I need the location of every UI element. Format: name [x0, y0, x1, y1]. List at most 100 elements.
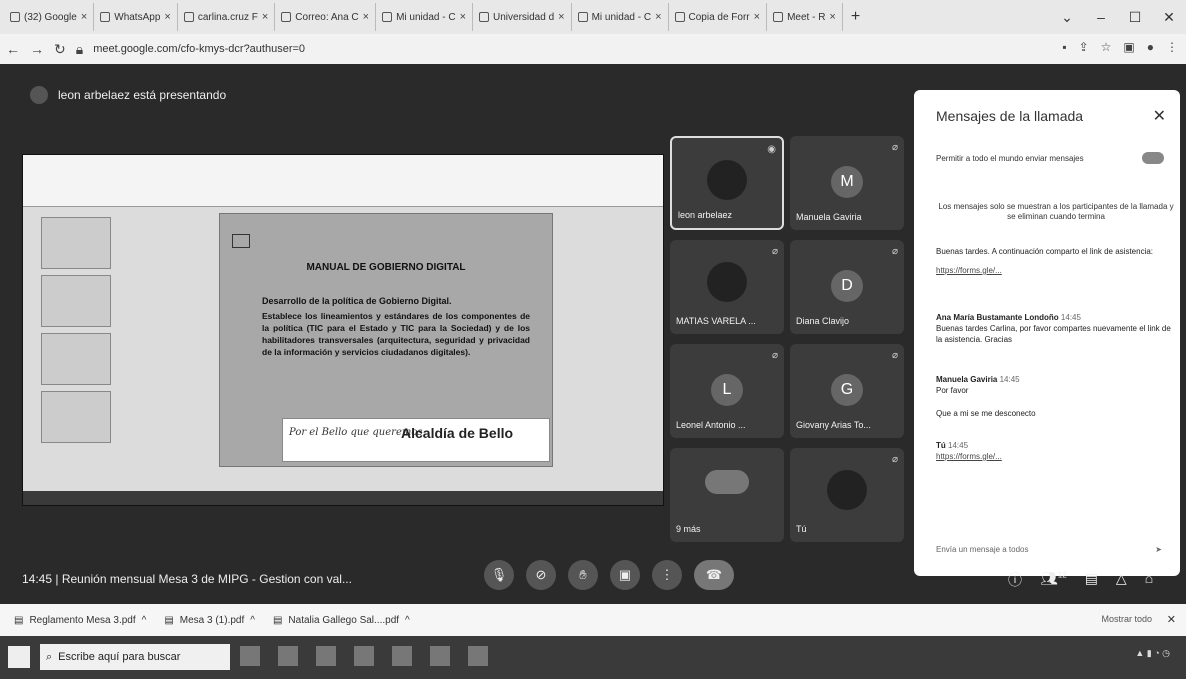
chat-icon[interactable]: ▤ [1085, 570, 1098, 590]
chevron-up-icon[interactable]: ^ [250, 615, 255, 626]
camera-icon[interactable]: ▪ [1062, 40, 1066, 54]
more-participants-label: 9 más [676, 524, 701, 534]
new-tab-button[interactable]: + [843, 8, 868, 26]
activities-icon[interactable]: △ [1116, 570, 1127, 590]
chat-message: Manuela Gaviria 14:45 Por favor [936, 375, 1020, 395]
close-window-icon[interactable]: ✕ [1152, 9, 1186, 26]
slide-subtitle: Desarrollo de la política de Gobierno Di… [262, 296, 452, 306]
tab-carlina[interactable]: carlina.cruz F × [178, 3, 276, 31]
extensions-icon[interactable]: ▣ [1123, 40, 1134, 54]
participant-name: MATIAS VARELA ... [676, 316, 756, 326]
slide-thumbnail [41, 275, 111, 327]
chevron-up-icon[interactable]: ^ [405, 615, 410, 626]
close-icon[interactable]: × [460, 11, 466, 23]
close-icon[interactable]: × [81, 11, 87, 23]
participant-avatar: M [831, 166, 863, 198]
chat-note: Los mensajes solo se muestran a los part… [938, 202, 1174, 221]
pdf-icon: ▤ [14, 614, 24, 626]
end-call-icon[interactable]: ☎︎ [694, 560, 734, 590]
close-icon[interactable]: × [262, 11, 268, 23]
window-controls: ⌄ – ☐ ✕ [1050, 0, 1186, 34]
maximize-icon[interactable]: ☐ [1118, 9, 1152, 26]
slide-thumbnail [41, 333, 111, 385]
permission-toggle[interactable] [1142, 152, 1164, 164]
back-icon[interactable]: ← [6, 41, 20, 57]
download-item[interactable]: ▤ Reglamento Mesa 3.pdf ^ [14, 615, 146, 626]
participant-tile[interactable]: ⌀ G Giovany Arias To... [790, 344, 904, 438]
close-icon[interactable]: × [558, 11, 564, 23]
self-tile[interactable]: ⌀ Tú [790, 448, 904, 542]
share-icon[interactable]: ⇪ [1079, 40, 1089, 54]
chat-message: Buenas tardes. A continuación comparto e… [936, 246, 1172, 276]
tab-correo[interactable]: Correo: Ana C × [275, 3, 377, 31]
participant-tile[interactable]: ⌀ L Leonel Antonio ... [670, 344, 784, 438]
present-icon[interactable]: ▣ [610, 560, 640, 590]
close-icon[interactable]: × [655, 11, 661, 23]
chat-message: Ana María Bustamante Londoño 14:45 Buena… [936, 313, 1171, 344]
attendance-link[interactable]: https://forms.gle/... [936, 265, 1172, 276]
system-tray: ▲ ▮ ◔ ◷ [1135, 648, 1170, 658]
participant-tile[interactable]: ⌀ D Diana Clavijo [790, 240, 904, 334]
attendance-link[interactable]: https://forms.gle/... [936, 451, 1172, 462]
close-icon[interactable]: × [164, 11, 170, 23]
chevron-up-icon[interactable]: ^ [142, 615, 147, 626]
url-field[interactable]: meet.google.com/cfo-kmys-dcr?authuser=0 [93, 43, 305, 55]
participant-tile[interactable]: ⌀ MATIAS VARELA ... [670, 240, 784, 334]
chat-input[interactable]: Envía un mensaje a todos ➤ [932, 538, 1166, 560]
tab-google[interactable]: (32) Google × [4, 3, 95, 31]
close-icon[interactable]: ✕ [1153, 106, 1166, 126]
meet-icon [773, 12, 784, 22]
lock-icon[interactable]: ⌂ [1145, 570, 1153, 590]
meeting-info: 14:45 | Reunión mensual Mesa 3 de MIPG -… [22, 572, 352, 586]
close-icon[interactable]: × [754, 11, 760, 23]
reload-icon[interactable]: ↻ [54, 41, 66, 58]
participant-photo [707, 160, 747, 200]
lock-icon[interactable]: 🔒︎ [76, 41, 83, 58]
chat-title: Mensajes de la llamada [936, 108, 1084, 124]
star-icon[interactable]: ☆ [1101, 40, 1112, 54]
pdf-icon: ▤ [164, 614, 174, 626]
info-icon[interactable]: ⓘ [1008, 570, 1022, 590]
participant-name: leon arbelaez [678, 210, 733, 220]
permission-label: Permitir a todo el mundo enviar mensajes [936, 154, 1084, 163]
send-icon[interactable]: ➤ [1155, 545, 1162, 554]
participant-tile[interactable]: ◉ leon arbelaez [670, 136, 784, 230]
close-icon[interactable]: ✕ [1167, 613, 1176, 626]
app-icon[interactable] [240, 646, 260, 666]
participant-tile[interactable]: ⌀ M Manuela Gaviria [790, 136, 904, 230]
app-icon[interactable] [392, 646, 412, 666]
tab-meet[interactable]: Meet - R × [767, 3, 843, 31]
show-all-link[interactable]: Mostrar todo [1101, 614, 1152, 624]
tab-copia-form[interactable]: Copia de Forr × [669, 3, 768, 31]
app-icon[interactable] [278, 646, 298, 666]
minimize-icon[interactable]: – [1084, 9, 1118, 25]
self-name: Tú [796, 524, 807, 534]
download-item[interactable]: ▤ Natalia Gallego Sal....pdf ^ [273, 615, 410, 626]
close-icon[interactable]: × [363, 11, 369, 23]
app-icon[interactable] [430, 646, 450, 666]
people-icon[interactable]: 👥︎12 [1040, 570, 1067, 590]
tab-whatsapp[interactable]: WhatsApp × [94, 3, 178, 31]
close-icon[interactable]: × [829, 11, 835, 23]
mic-icon[interactable]: 🎙︎ [484, 560, 514, 590]
app-icon[interactable] [354, 646, 374, 666]
tab-search-icon[interactable]: ⌄ [1050, 9, 1084, 26]
app-icon[interactable] [316, 646, 336, 666]
app-icon[interactable] [468, 646, 488, 666]
tab-universidad[interactable]: Universidad d × [473, 3, 572, 31]
raise-hand-icon[interactable]: ✋︎ [568, 560, 598, 590]
tab-mi-unidad-2[interactable]: Mi unidad - C × [572, 3, 669, 31]
download-item[interactable]: ▤ Mesa 3 (1).pdf ^ [164, 615, 255, 626]
more-participants-tile[interactable]: 9 más [670, 448, 784, 542]
computer-icon [232, 234, 250, 248]
forward-icon[interactable]: → [30, 41, 44, 57]
menu-icon[interactable]: ⋮ [1166, 40, 1178, 54]
windows-start-icon[interactable] [8, 646, 30, 668]
tab-mi-unidad[interactable]: Mi unidad - C × [376, 3, 473, 31]
windows-taskbar: ⌕ Escribe aquí para buscar ▲ ▮ ◔ ◷ [0, 636, 1186, 679]
camera-off-icon[interactable]: ⊘ [526, 560, 556, 590]
taskbar-search[interactable]: ⌕ Escribe aquí para buscar [40, 644, 230, 670]
call-controls: 🎙︎ ⊘ ✋︎ ▣ ⋮ ☎︎ [484, 560, 734, 590]
profile-avatar-icon[interactable]: ● [1147, 40, 1154, 54]
more-options-icon[interactable]: ⋮ [652, 560, 682, 590]
